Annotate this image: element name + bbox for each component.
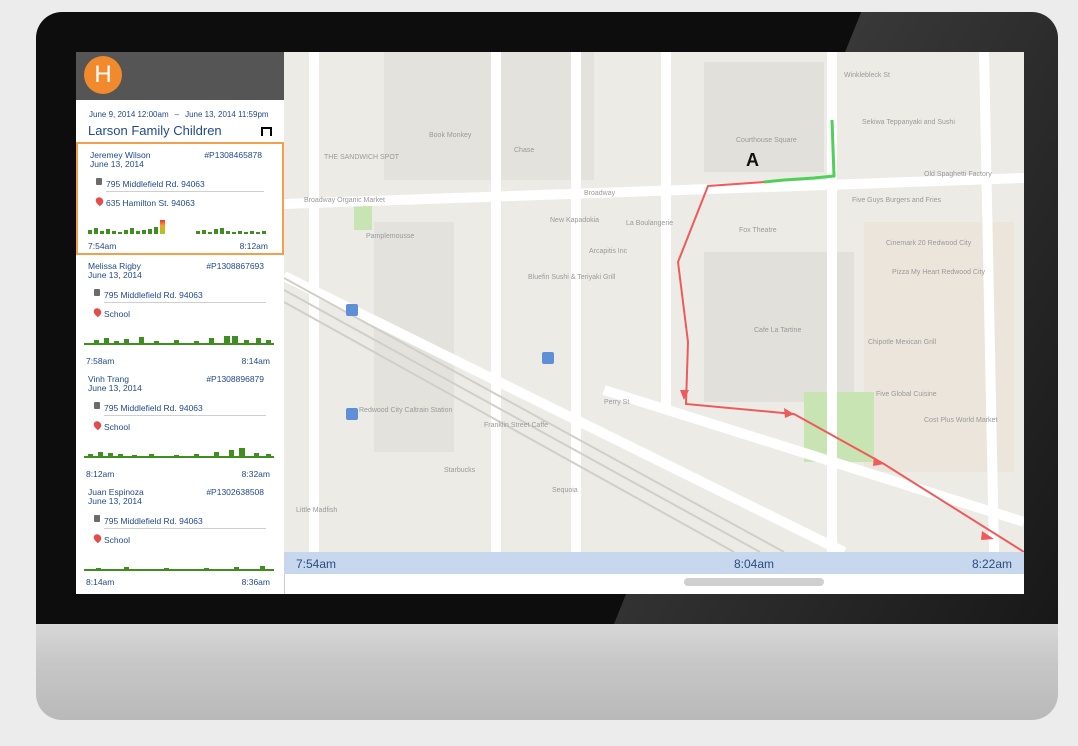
timeline-end: 8:22am: [971, 557, 1012, 571]
trip-origin: 795 Middlefield Rd. 94063: [104, 290, 203, 300]
map-label: Old Spaghetti Factory: [924, 171, 992, 178]
divider: [104, 302, 266, 303]
timeline-mid: 8:04am: [734, 557, 775, 571]
origin-pin-icon: [94, 402, 100, 409]
timeline-start: 7:54am: [296, 557, 337, 571]
map-label: Winklebleck St: [844, 72, 890, 79]
trip-origin: 795 Middlefield Rd. 94063: [104, 516, 203, 526]
destination-pin-icon: [92, 306, 103, 318]
map-label: Bluefin Sushi & Teriyaki Grill: [528, 274, 616, 281]
trip-origin: 795 Middlefield Rd. 94063: [104, 403, 203, 413]
marker-a[interactable]: A: [746, 150, 759, 170]
range-separator: –: [174, 110, 180, 119]
map-label: Chipotle Mexican Grill: [868, 339, 937, 346]
range-start: June 9, 2014 12:00am: [89, 110, 169, 119]
origin-pin-icon: [94, 289, 100, 296]
trip-destination: 635 Hamilton St. 94063: [106, 198, 195, 208]
trip-destination: School: [104, 535, 130, 545]
range-end: June 13, 2014 11:59pm: [185, 110, 269, 119]
map-label: Five Global Cuisine: [876, 391, 937, 398]
divider: [106, 191, 264, 192]
map-label: Perry St: [604, 399, 629, 406]
trip-card[interactable]: Juan Espinoza #P1302638508 June 13, 2014…: [76, 481, 284, 589]
map-canvas[interactable]: THE SANDWICH SPOT Broadway Organic Marke…: [284, 52, 1024, 552]
trip-card-selected[interactable]: Jeremey Wilson #P1308465878 June 13, 201…: [76, 142, 284, 255]
map-label: Fox Theatre: [739, 227, 777, 234]
monitor-chin: [36, 624, 1058, 720]
app-logo[interactable]: H: [84, 56, 122, 94]
date-range[interactable]: June 9, 2014 12:00am – June 13, 2014 11:…: [76, 100, 284, 119]
map-view[interactable]: THE SANDWICH SPOT Broadway Organic Marke…: [284, 52, 1024, 552]
destination-pin-icon: [92, 532, 103, 544]
trip-start-time: 7:58am: [86, 356, 115, 366]
trip-id: #P1308896879: [206, 374, 264, 384]
trip-card[interactable]: Melissa Rigby #P1308867693 June 13, 2014…: [76, 255, 284, 368]
horizontal-scrollbar[interactable]: [684, 578, 824, 586]
trip-destination: School: [104, 309, 130, 319]
trip-card[interactable]: Vinh Trang #P1308896879 June 13, 2014 79…: [76, 368, 284, 481]
map-label: Sekiwa Teppanyaki and Sushi: [862, 119, 955, 126]
map-label: Pamplemousse: [366, 233, 414, 240]
map-label: Cafe La Tartine: [754, 327, 801, 334]
speed-sparkline: [84, 551, 276, 571]
trip-end-time: 8:36am: [241, 577, 270, 587]
map-label: Chase: [514, 147, 534, 154]
map-label: Little Madfish: [296, 507, 337, 514]
group-name: Larson Family Children: [88, 123, 222, 138]
destination-pin-icon: [94, 195, 105, 207]
trip-id: #P1308867693: [206, 261, 264, 271]
trip-start-time: 7:54am: [88, 241, 117, 251]
map-label: Book Monkey: [429, 132, 472, 139]
map-label: Redwood City Caltrain Station: [359, 407, 452, 414]
trip-end-time: 8:12am: [239, 241, 268, 251]
map-label: Arcapitis Inc: [589, 248, 628, 255]
trip-date: June 13, 2014: [88, 496, 142, 506]
trip-start-time: 8:12am: [86, 469, 115, 479]
trip-date: June 13, 2014: [90, 159, 144, 169]
map-label: Starbucks: [444, 467, 476, 474]
destination-pin-icon: [92, 419, 103, 431]
map-label: Courthouse Square: [736, 137, 797, 144]
speed-sparkline: [84, 325, 276, 345]
divider: [104, 528, 266, 529]
map-label: Broadway Organic Market: [304, 197, 385, 204]
map-label: THE SANDWICH SPOT: [324, 154, 400, 161]
map-label: Broadway: [584, 190, 616, 197]
map-label: Cost Plus World Market: [924, 417, 997, 424]
map-label: Cinemark 20 Redwood City: [886, 240, 972, 247]
speed-sparkline: [86, 214, 274, 234]
marker-a-label: A: [746, 150, 759, 170]
map-label: Franklin Street Caffe: [484, 422, 548, 429]
trip-end-time: 8:32am: [241, 469, 270, 479]
timeline-bar[interactable]: 7:54am 8:04am 8:22am: [284, 552, 1024, 574]
trip-end-time: 8:14am: [241, 356, 270, 366]
trip-destination: School: [104, 422, 130, 432]
map-label: La Boulangerie: [626, 220, 673, 227]
trip-origin: 795 Middlefield Rd. 94063: [106, 179, 205, 189]
map-label: Five Guys Burgers and Fries: [852, 197, 942, 204]
app-screen: H June 9, 2014 12:00am – June 13, 2014 1…: [76, 52, 1024, 594]
divider: [104, 415, 266, 416]
trip-id: #P1308465878: [204, 150, 262, 160]
origin-pin-icon: [94, 515, 100, 522]
app-header: H: [76, 52, 284, 100]
flag-icon[interactable]: [261, 127, 272, 136]
trip-sidebar: H June 9, 2014 12:00am – June 13, 2014 1…: [76, 52, 285, 594]
map-label: Sequoia: [552, 487, 578, 494]
trip-date: June 13, 2014: [88, 383, 142, 393]
trip-date: June 13, 2014: [88, 270, 142, 280]
origin-pin-icon: [96, 178, 102, 185]
speed-sparkline: [84, 438, 276, 458]
trip-start-time: 8:14am: [86, 577, 115, 587]
map-label: Pizza My Heart Redwood City: [892, 269, 985, 276]
trip-id: #P1302638508: [206, 487, 264, 497]
map-label: New Kapadokia: [550, 217, 599, 224]
group-title: Larson Family Children: [76, 119, 284, 138]
